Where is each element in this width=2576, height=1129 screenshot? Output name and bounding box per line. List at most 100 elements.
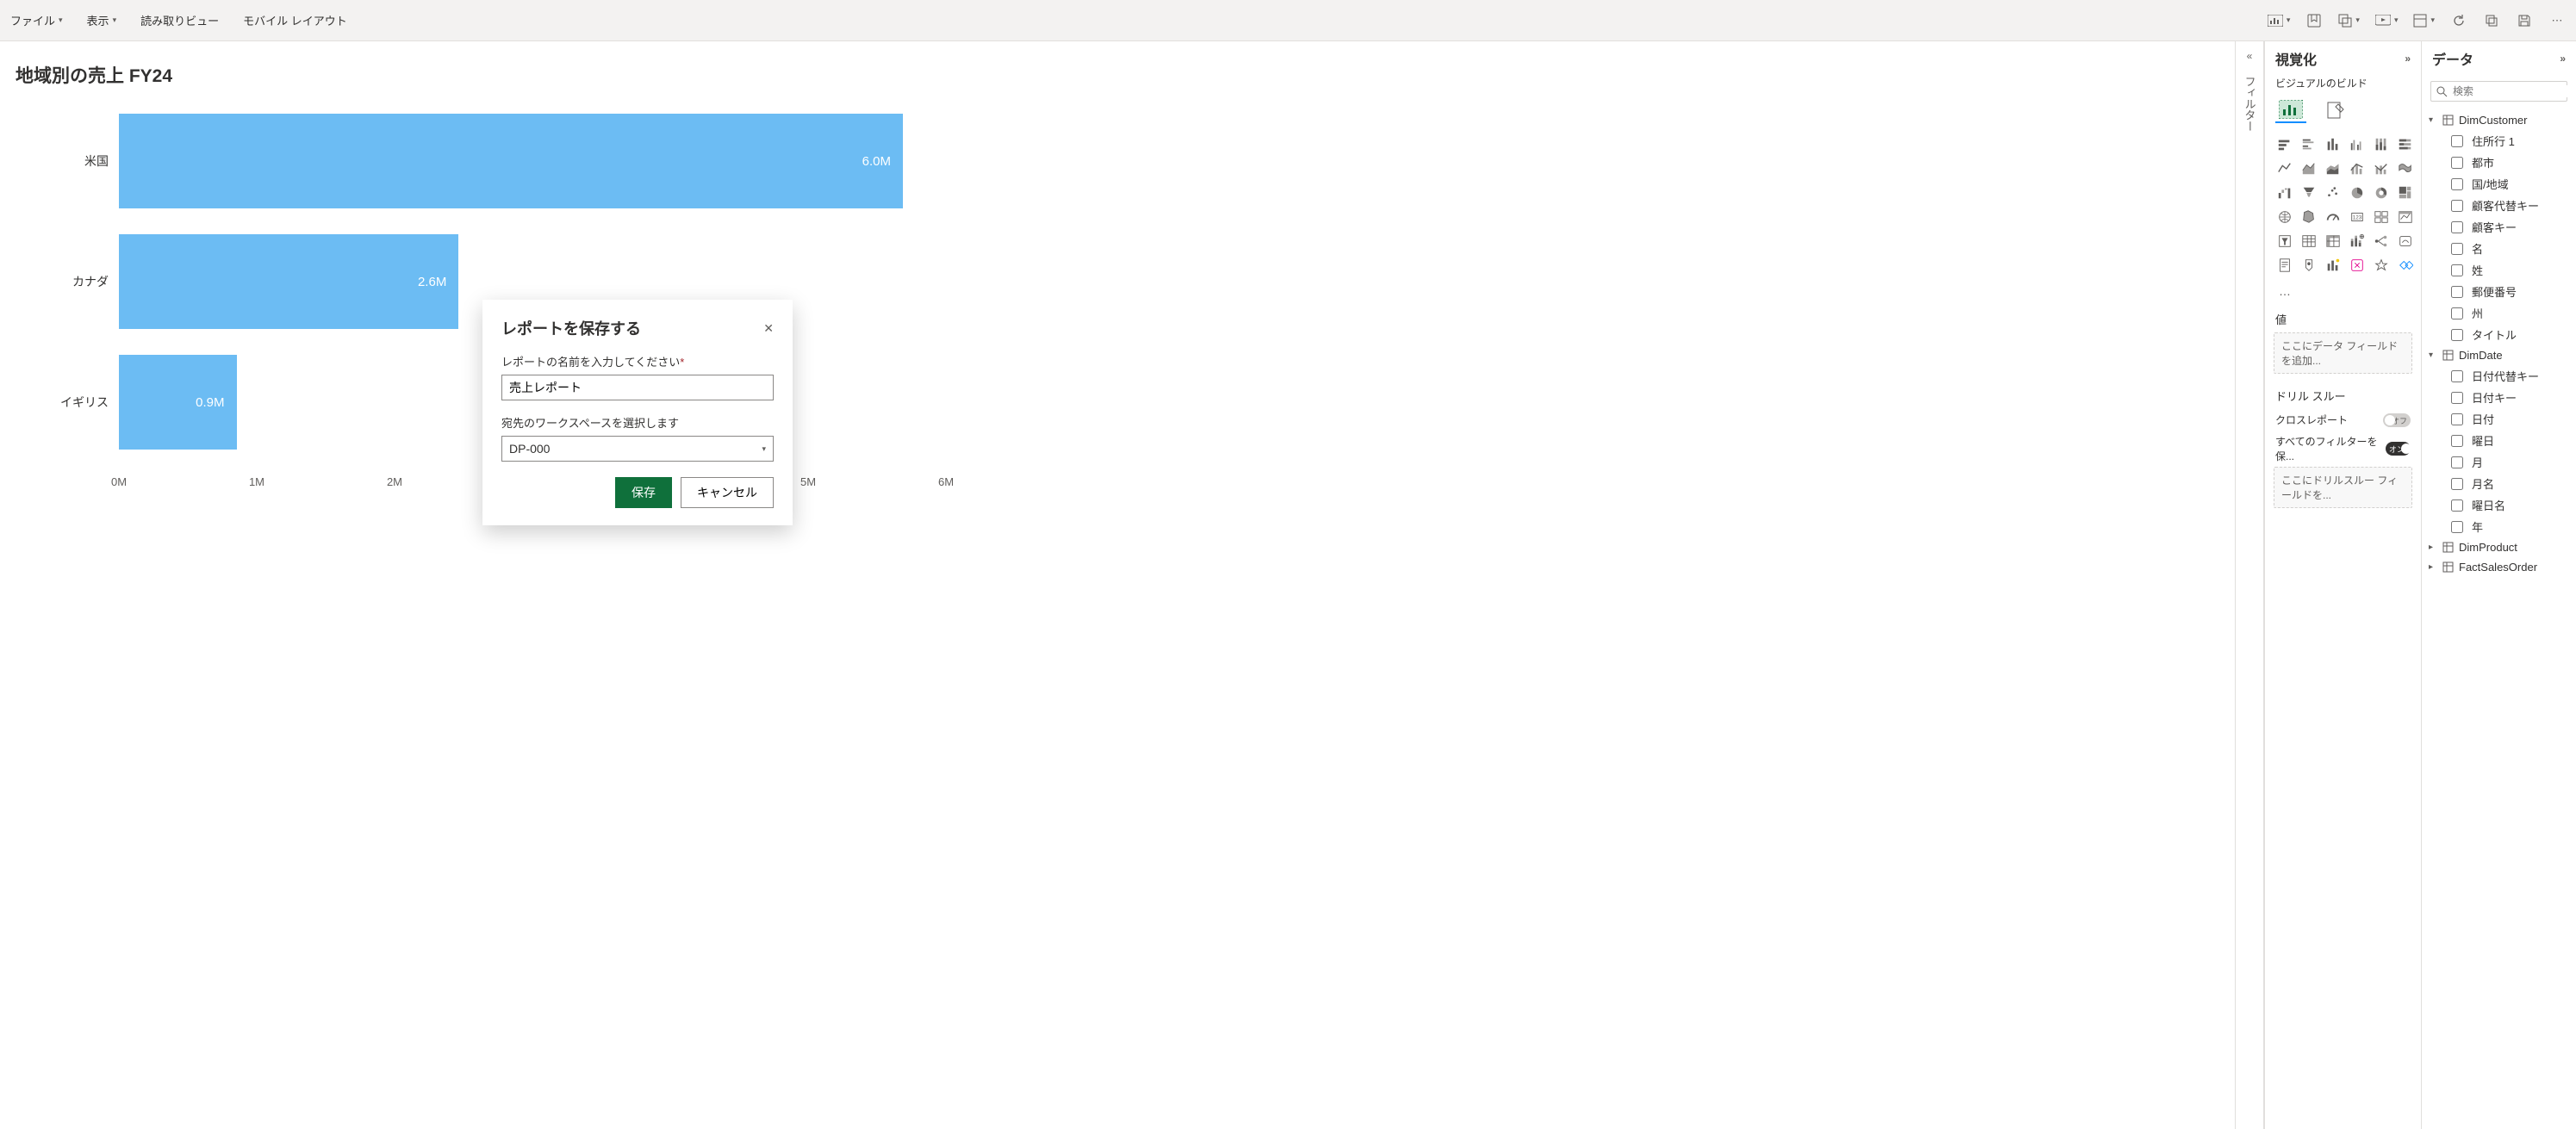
viz-clustered-column-icon[interactable] xyxy=(2346,133,2368,156)
field-checkbox[interactable] xyxy=(2451,478,2463,490)
viz-qa-icon[interactable] xyxy=(2394,230,2417,252)
field-checkbox[interactable] xyxy=(2451,221,2463,233)
table-node[interactable]: ▸DimProduct xyxy=(2427,537,2571,557)
viz-filled-map-icon[interactable] xyxy=(2298,206,2320,228)
viz-stacked-bar-icon[interactable] xyxy=(2274,133,2296,156)
save-button[interactable] xyxy=(2516,12,2533,29)
keep-filters-toggle[interactable]: オン xyxy=(2386,442,2411,456)
refresh-button[interactable] xyxy=(2450,12,2467,29)
viz-paginated-report-icon[interactable] xyxy=(2274,254,2296,276)
expand-filters-icon[interactable]: « xyxy=(2247,50,2253,62)
field-item[interactable]: 日付キー xyxy=(2427,387,2571,408)
viz-table-icon[interactable] xyxy=(2298,230,2320,252)
viz-clustered-bar-icon[interactable] xyxy=(2298,133,2320,156)
field-item[interactable]: 州 xyxy=(2427,302,2571,324)
table-node[interactable]: ▾DimDate xyxy=(2427,345,2571,365)
field-item[interactable]: 住所行 1 xyxy=(2427,130,2571,152)
viz-slicer-icon[interactable] xyxy=(2274,230,2296,252)
field-item[interactable]: 曜日名 xyxy=(2427,494,2571,516)
drillthrough-field-well[interactable]: ここにドリルスルー フィールドを... xyxy=(2274,467,2412,508)
viz-gauge-icon[interactable] xyxy=(2322,206,2344,228)
field-checkbox[interactable] xyxy=(2451,392,2463,404)
bookmark-button[interactable] xyxy=(2305,12,2323,29)
field-checkbox[interactable] xyxy=(2451,264,2463,276)
viz-line-stacked-column-icon[interactable] xyxy=(2370,158,2392,180)
fields-search-input[interactable] xyxy=(2453,85,2576,97)
viz-donut-icon[interactable] xyxy=(2370,182,2392,204)
view-button[interactable]: ▾ xyxy=(2338,12,2360,29)
field-checkbox[interactable] xyxy=(2451,286,2463,298)
menu-mobile-layout[interactable]: モバイル レイアウト xyxy=(243,12,347,28)
viz-metrics-icon[interactable] xyxy=(2370,254,2392,276)
collapse-viz-icon[interactable]: » xyxy=(2405,53,2411,65)
viz-line-clustered-column-icon[interactable] xyxy=(2346,158,2368,180)
viz-card-icon[interactable]: 123 xyxy=(2346,206,2368,228)
viz-line-icon[interactable] xyxy=(2274,158,2296,180)
field-checkbox[interactable] xyxy=(2451,307,2463,319)
viz-stacked-column-add-icon[interactable] xyxy=(2346,230,2368,252)
viz-pie-icon[interactable] xyxy=(2346,182,2368,204)
fields-search[interactable] xyxy=(2430,81,2567,102)
field-checkbox[interactable] xyxy=(2451,178,2463,190)
save-button[interactable]: 保存 xyxy=(615,477,672,508)
field-checkbox[interactable] xyxy=(2451,521,2463,533)
field-item[interactable]: 月 xyxy=(2427,451,2571,473)
viz-matrix-icon[interactable] xyxy=(2322,230,2344,252)
field-item[interactable]: 日付代替キー xyxy=(2427,365,2571,387)
viz-stacked-column-icon[interactable] xyxy=(2322,133,2344,156)
field-item[interactable]: 顧客代替キー xyxy=(2427,195,2571,216)
viz-multi-row-card-icon[interactable] xyxy=(2370,206,2392,228)
viz-format-tab[interactable] xyxy=(2320,97,2351,123)
viz-map-icon[interactable] xyxy=(2274,206,2296,228)
field-checkbox[interactable] xyxy=(2451,435,2463,447)
table-node[interactable]: ▾DimCustomer xyxy=(2427,110,2571,130)
viz-ribbon-icon[interactable] xyxy=(2394,158,2417,180)
viz-decomposition-tree-icon[interactable] xyxy=(2370,230,2392,252)
menu-reading-view[interactable]: 読み取りビュー xyxy=(140,12,219,28)
viz-scorecard-icon[interactable] xyxy=(2346,254,2368,276)
field-item[interactable]: 都市 xyxy=(2427,152,2571,173)
viz-kpi-icon[interactable] xyxy=(2394,206,2417,228)
field-item[interactable]: 曜日 xyxy=(2427,430,2571,451)
copy-button[interactable] xyxy=(2483,12,2500,29)
explore-button[interactable]: ▾ xyxy=(2268,12,2291,29)
field-checkbox[interactable] xyxy=(2451,157,2463,169)
values-field-well[interactable]: ここにデータ フィールドを追加... xyxy=(2274,332,2412,374)
more-button[interactable]: ⋯ xyxy=(2548,12,2566,29)
viz-build-tab[interactable] xyxy=(2275,97,2306,123)
viz-100-stacked-bar-icon[interactable] xyxy=(2394,133,2417,156)
viz-more[interactable]: … xyxy=(2274,280,2296,302)
field-item[interactable]: タイトル xyxy=(2427,324,2571,345)
menu-view[interactable]: 表示 ▾ xyxy=(87,12,117,28)
field-item[interactable]: 年 xyxy=(2427,516,2571,537)
cancel-button[interactable]: キャンセル xyxy=(681,477,774,508)
filters-pane-collapsed[interactable]: « フィルター xyxy=(2235,41,2264,1129)
viz-scatter-icon[interactable] xyxy=(2322,182,2344,204)
field-item[interactable]: 国/地域 xyxy=(2427,173,2571,195)
field-item[interactable]: 姓 xyxy=(2427,259,2571,281)
collapse-data-icon[interactable]: » xyxy=(2560,53,2566,65)
cross-report-toggle[interactable]: オフ xyxy=(2383,413,2411,427)
field-item[interactable]: 郵便番号 xyxy=(2427,281,2571,302)
viz-treemap-icon[interactable] xyxy=(2394,182,2417,204)
viz-waterfall-icon[interactable] xyxy=(2274,182,2296,204)
layout-button[interactable]: ▾ xyxy=(2413,12,2435,29)
close-icon[interactable]: ✕ xyxy=(763,321,774,336)
table-node[interactable]: ▸FactSalesOrder xyxy=(2427,557,2571,577)
report-canvas[interactable]: 地域別の売上 FY24 米国6.0Mカナダ2.6Mイギリス0.9M 0M1M2M… xyxy=(0,41,2235,1129)
present-button[interactable]: ▾ xyxy=(2375,12,2399,29)
menu-file[interactable]: ファイル ▾ xyxy=(10,12,63,28)
viz-smart-narrative-icon[interactable] xyxy=(2322,254,2344,276)
field-item[interactable]: 顧客キー xyxy=(2427,216,2571,238)
field-checkbox[interactable] xyxy=(2451,243,2463,255)
viz-area-icon[interactable] xyxy=(2298,158,2320,180)
viz-funnel-icon[interactable] xyxy=(2298,182,2320,204)
field-checkbox[interactable] xyxy=(2451,200,2463,212)
workspace-select[interactable]: DP-000 ▾ xyxy=(501,436,774,462)
field-checkbox[interactable] xyxy=(2451,329,2463,341)
viz-power-apps-icon[interactable] xyxy=(2394,254,2417,276)
field-item[interactable]: 月名 xyxy=(2427,473,2571,494)
field-checkbox[interactable] xyxy=(2451,370,2463,382)
field-checkbox[interactable] xyxy=(2451,499,2463,512)
field-checkbox[interactable] xyxy=(2451,413,2463,425)
